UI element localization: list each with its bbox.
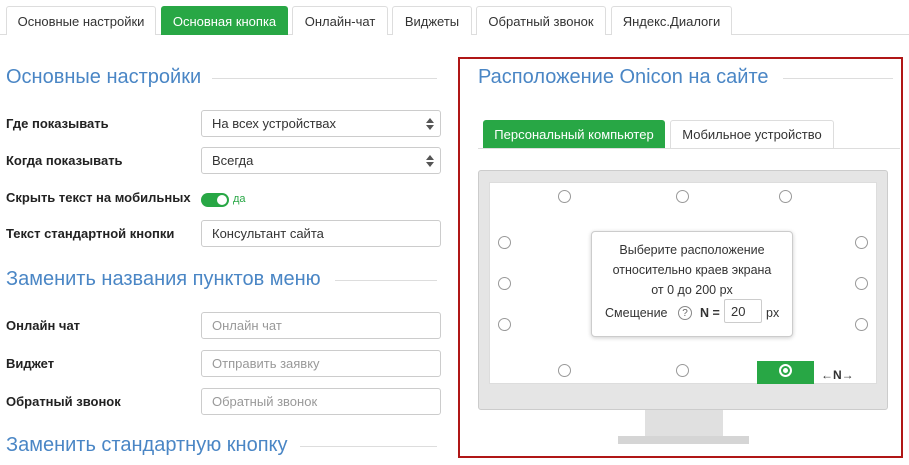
hide-text-label: Скрыть текст на мобильных xyxy=(6,190,191,205)
placement-title: Расположение Onicon на сайте xyxy=(478,66,769,88)
button-text-input[interactable]: Консультант сайта xyxy=(201,220,441,247)
tab-main-button[interactable]: Основная кнопка xyxy=(161,6,288,35)
hide-text-toggle[interactable] xyxy=(201,193,229,207)
position-radio-bottom-left[interactable] xyxy=(558,364,571,377)
widget-label: Виджет xyxy=(6,356,55,371)
section-divider xyxy=(212,78,437,79)
position-radio-right-middle[interactable] xyxy=(855,277,868,290)
position-radio-bottom-center[interactable] xyxy=(676,364,689,377)
position-radio-bottom-right[interactable] xyxy=(779,364,792,377)
chat-label: Онлайн чат xyxy=(6,318,81,333)
position-radio-top-right[interactable] xyxy=(779,190,792,203)
widget-name-input[interactable]: Отправить заявку xyxy=(201,350,441,377)
basic-settings-title: Основные настройки xyxy=(6,66,202,88)
section-divider xyxy=(300,446,437,447)
callback-name-placeholder: Обратный звонок xyxy=(212,394,318,409)
chat-name-placeholder: Онлайн чат xyxy=(212,318,282,333)
tooltip-line-2: относительно краев экрана xyxy=(612,263,772,277)
n-equals-label: N = xyxy=(700,306,720,320)
subtabs-divider xyxy=(478,148,900,149)
tab-online-chat[interactable]: Онлайн-чат xyxy=(292,6,388,35)
button-text-label: Текст стандартной кнопки xyxy=(6,226,175,241)
rename-menu-title: Заменить названия пунктов меню xyxy=(6,268,321,290)
select-arrows-icon xyxy=(426,154,434,167)
section-divider xyxy=(783,78,893,79)
offset-input[interactable]: 20 xyxy=(724,299,762,323)
tooltip-line-1: Выберите расположение xyxy=(619,243,765,257)
tab-callback[interactable]: Обратный звонок xyxy=(476,6,606,35)
chat-name-input[interactable]: Онлайн чат xyxy=(201,312,441,339)
button-text-value: Консультант сайта xyxy=(212,226,324,241)
tab-yandex-dialogs[interactable]: Яндекс.Диалоги xyxy=(611,6,732,35)
select-arrows-icon xyxy=(426,117,434,130)
section-divider xyxy=(335,280,437,281)
callback-name-input[interactable]: Обратный звонок xyxy=(201,388,441,415)
position-radio-top-center[interactable] xyxy=(676,190,689,203)
monitor-stand xyxy=(645,410,723,436)
top-tabs: Основные настройки Основная кнопка Онлай… xyxy=(0,0,909,35)
position-radio-left-bottom[interactable] xyxy=(498,318,511,331)
monitor-base xyxy=(618,436,749,444)
tab-widgets[interactable]: Виджеты xyxy=(392,6,472,35)
offset-n-letter: N xyxy=(833,368,842,382)
when-select[interactable]: Всегда xyxy=(201,147,441,174)
where-select-value: На всех устройствах xyxy=(212,116,337,131)
position-radio-right-bottom[interactable] xyxy=(855,318,868,331)
placement-tooltip: Выберите расположение относительно краев… xyxy=(591,231,793,337)
offset-unit: px xyxy=(766,306,780,320)
where-select[interactable]: На всех устройствах xyxy=(201,110,441,137)
callback-label: Обратный звонок xyxy=(6,394,121,409)
offset-label: Смещение xyxy=(605,306,668,320)
tooltip-line-3: от 0 до 200 px xyxy=(651,283,733,297)
position-radio-top-left[interactable] xyxy=(558,190,571,203)
widget-name-placeholder: Отправить заявку xyxy=(212,356,320,371)
toggle-knob xyxy=(217,195,227,205)
where-label: Где показывать xyxy=(6,116,109,131)
position-radio-left-middle[interactable] xyxy=(498,277,511,290)
replace-button-title: Заменить стандартную кнопку xyxy=(6,434,288,456)
position-radio-left-top[interactable] xyxy=(498,236,511,249)
tab-basic-settings[interactable]: Основные настройки xyxy=(6,6,156,35)
tab-desktop[interactable]: Персональный компьютер xyxy=(483,120,665,148)
when-select-value: Всегда xyxy=(212,153,254,168)
offset-value: 20 xyxy=(731,303,746,319)
position-radio-right-top[interactable] xyxy=(855,236,868,249)
offset-n-indicator: ←N→ xyxy=(821,368,854,382)
tab-mobile[interactable]: Мобильное устройство xyxy=(670,120,834,148)
when-label: Когда показывать xyxy=(6,153,123,168)
hide-text-toggle-label: да xyxy=(233,193,246,205)
help-icon[interactable]: ? xyxy=(678,306,692,320)
